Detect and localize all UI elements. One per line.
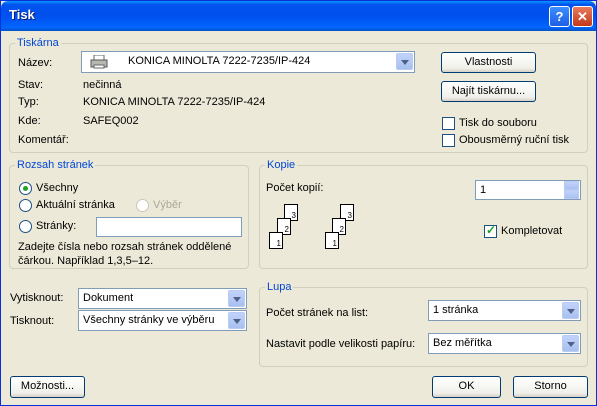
page-icon: 1 [325, 232, 339, 249]
collate-checkbox[interactable] [484, 223, 497, 238]
chevron-down-icon[interactable] [228, 312, 245, 329]
pages-per-sheet-value: 1 stránka [433, 304, 479, 316]
page-icon: 1 [269, 232, 283, 249]
print-to-file-label[interactable]: Tisk do souboru [459, 117, 537, 129]
type-label: Typ: [18, 96, 39, 108]
pages-label[interactable]: Stránky: [36, 220, 76, 232]
zoom-group: Lupa [259, 281, 588, 367]
window-title: Tisk [9, 7, 35, 22]
selection-radio[interactable] [136, 199, 149, 212]
dialog-body: Tiskárna Název: KONICA MINOLTA 7222-7235… [4, 31, 593, 404]
current-page-radio[interactable] [19, 199, 32, 212]
help-button[interactable]: ? [549, 6, 570, 27]
printer-name-label: Název: [18, 57, 53, 69]
pages-input[interactable] [96, 217, 242, 237]
print-value: Všechny stránky ve výběru [83, 314, 215, 326]
page-range-hint: Zadejte čísla nebo rozsah stránek odděle… [18, 241, 232, 267]
copies-count-value: 1 [480, 184, 487, 196]
printer-name-select[interactable]: KONICA MINOLTA 7222-7235/IP-424 [81, 51, 415, 73]
spin-up-button[interactable] [564, 181, 579, 190]
properties-button[interactable]: Vlastnosti [441, 52, 536, 73]
cancel-button[interactable]: Storno [513, 376, 588, 398]
printer-icon [90, 55, 108, 69]
chevron-down-icon[interactable] [562, 302, 579, 319]
status-value: nečinná [83, 79, 122, 91]
print-to-file-checkbox[interactable] [442, 117, 455, 130]
scale-value: Bez měřítka [433, 337, 492, 349]
collate-label[interactable]: Kompletovat [501, 225, 562, 237]
spin-down-button[interactable] [564, 190, 579, 199]
manual-duplex-label[interactable]: Obousměrný ruční tisk [459, 134, 569, 146]
title-bar: Tisk ? ✕ [1, 1, 596, 31]
type-value: KONICA MINOLTA 7222-7235/IP-424 [83, 96, 266, 108]
all-pages-radio[interactable] [19, 182, 32, 195]
copies-count-label: Počet kopií: [266, 182, 324, 194]
where-label: Kde: [18, 115, 41, 127]
pages-per-sheet-label: Počet stránek na list: [266, 307, 369, 319]
copies-group: Kopie [259, 159, 588, 269]
printer-group-label: Tiskárna [17, 37, 59, 49]
printer-name-value: KONICA MINOLTA 7222-7235/IP-424 [128, 55, 311, 67]
where-value: SAFEQ002 [83, 115, 139, 127]
print-label: Tisknout: [10, 315, 55, 327]
chevron-down-icon[interactable] [228, 290, 245, 307]
copies-group-label: Kopie [267, 159, 296, 171]
options-button[interactable]: Možnosti... [10, 376, 85, 398]
chevron-down-icon[interactable] [396, 53, 413, 70]
close-button[interactable]: ✕ [572, 6, 593, 27]
manual-duplex-checkbox[interactable] [442, 134, 455, 147]
status-label: Stav: [18, 79, 44, 91]
page-range-group-label: Rozsah stránek [17, 159, 94, 171]
print-select[interactable]: Všechny stránky ve výběru [78, 310, 247, 331]
zoom-group-label: Lupa [267, 281, 292, 293]
all-pages-label[interactable]: Všechny [36, 182, 78, 194]
ok-button[interactable]: OK [432, 376, 501, 398]
scale-select[interactable]: Bez měřítka [428, 333, 581, 354]
chevron-down-icon[interactable] [562, 335, 579, 352]
print-what-value: Dokument [83, 292, 134, 304]
current-page-label[interactable]: Aktuální stránka [36, 199, 115, 211]
pages-per-sheet-select[interactable]: 1 stránka [428, 300, 581, 321]
pages-radio[interactable] [19, 220, 32, 233]
print-dialog: Tisk ? ✕ Tiskárna Název: KONICA MINOLTA … [0, 0, 597, 406]
copies-count-input[interactable]: 1 [475, 180, 581, 200]
comment-label: Komentář: [18, 134, 69, 146]
selection-label: Výběr [153, 199, 182, 211]
print-what-select[interactable]: Dokument [78, 288, 247, 309]
scale-label: Nastavit podle velikosti papíru: [266, 338, 416, 350]
find-printer-button[interactable]: Najít tiskárnu... [441, 81, 536, 102]
print-what-label: Vytisknout: [10, 292, 64, 304]
